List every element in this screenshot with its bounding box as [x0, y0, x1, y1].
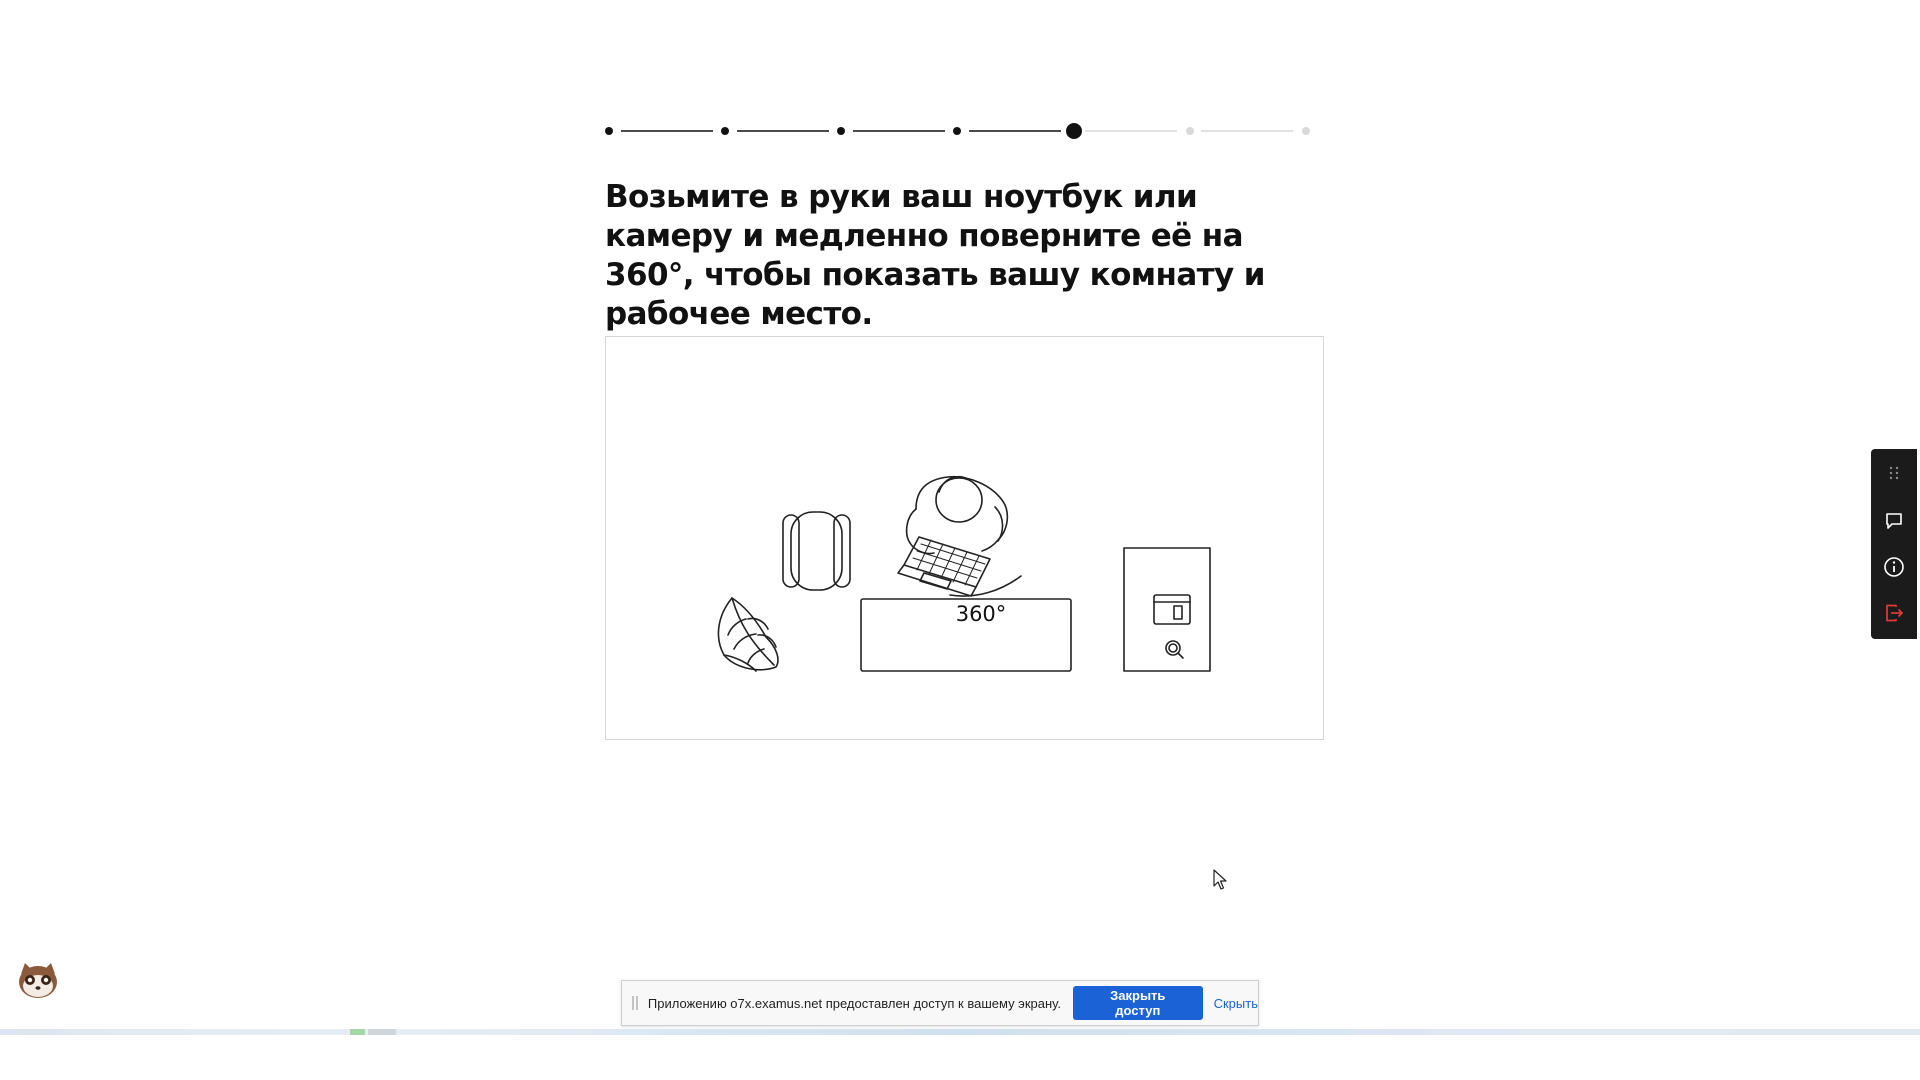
drag-handle[interactable] — [1871, 455, 1917, 491]
step-dot-4 — [953, 127, 961, 135]
info-button[interactable] — [1871, 549, 1917, 585]
assistant-avatar-icon[interactable] — [16, 960, 60, 1000]
taskbar-strip — [0, 1029, 1920, 1035]
step-dot-5-current — [1066, 123, 1082, 139]
step-dot-3 — [837, 127, 845, 135]
progress-stepper-graphic — [605, 123, 1310, 139]
cabinet-window-shape — [1153, 594, 1191, 625]
instruction-title: Возьмите в руки ваш ноутбук или камеру и… — [605, 179, 1266, 332]
chair-shape — [782, 511, 851, 591]
exit-button[interactable] — [1871, 595, 1917, 631]
step-dot-1 — [605, 127, 613, 135]
drag-grip-icon[interactable] — [632, 996, 638, 1010]
mouse-cursor-icon — [1213, 869, 1229, 895]
screen-share-message: Приложению o7x.examus.net предоставлен д… — [647, 995, 1061, 1011]
side-toolbar — [1871, 449, 1917, 639]
plant-shape — [717, 597, 779, 672]
person-with-laptop-shape — [897, 475, 1022, 597]
magnifier-icon — [1165, 640, 1184, 659]
step-dot-6 — [1186, 127, 1194, 135]
room-scan-illustration: 360° — [605, 336, 1324, 740]
taskbar-segment — [368, 1029, 396, 1035]
exit-icon — [1886, 604, 1903, 622]
drag-handle-icon — [1889, 466, 1899, 480]
chat-button[interactable] — [1871, 503, 1917, 539]
step-dot-2 — [721, 127, 729, 135]
step-dot-7 — [1302, 127, 1310, 135]
hide-notification-link[interactable]: Скрыть — [1214, 996, 1258, 1011]
chat-icon — [1886, 513, 1902, 529]
taskbar-segment — [350, 1029, 365, 1035]
screen-share-notification: Приложению o7x.examus.net предоставлен д… — [621, 980, 1259, 1026]
info-icon — [1884, 557, 1904, 577]
progress-stepper — [604, 122, 1311, 140]
rotation-label: 360° — [955, 602, 1007, 626]
stop-sharing-button[interactable]: Закрыть доступ — [1072, 986, 1203, 1020]
